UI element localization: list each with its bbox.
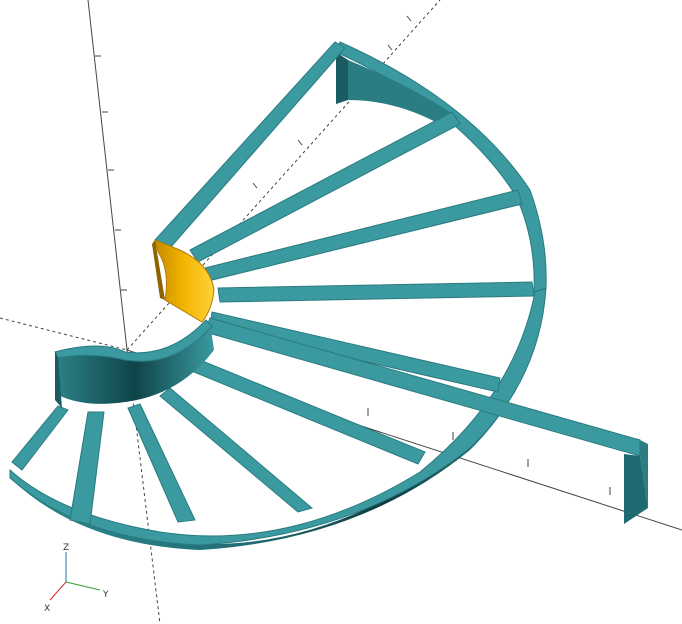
spoke — [154, 41, 346, 249]
spoke — [69, 411, 105, 525]
spoke — [127, 403, 196, 523]
z-axis-letter: Z — [63, 543, 69, 553]
scene-canvas[interactable]: Z Y X — [0, 0, 682, 624]
x-axis-letter: X — [44, 604, 50, 614]
viewport-3d[interactable]: Z Y X — [0, 0, 682, 624]
x-axis-indicator — [49, 581, 67, 601]
axis-orientation-widget: Z Y X — [44, 543, 109, 614]
y-axis-indicator — [65, 581, 101, 591]
spoke — [217, 281, 535, 303]
upper-end-wall — [336, 52, 348, 104]
model-mesh[interactable] — [9, 41, 648, 550]
extended-arm — [204, 317, 641, 457]
spoke — [204, 189, 523, 281]
y-axis-letter: Y — [102, 590, 109, 600]
z-axis-line — [87, 0, 128, 351]
x-axis-negative-line — [0, 317, 128, 351]
spoke — [11, 405, 69, 471]
spoke — [209, 311, 501, 393]
